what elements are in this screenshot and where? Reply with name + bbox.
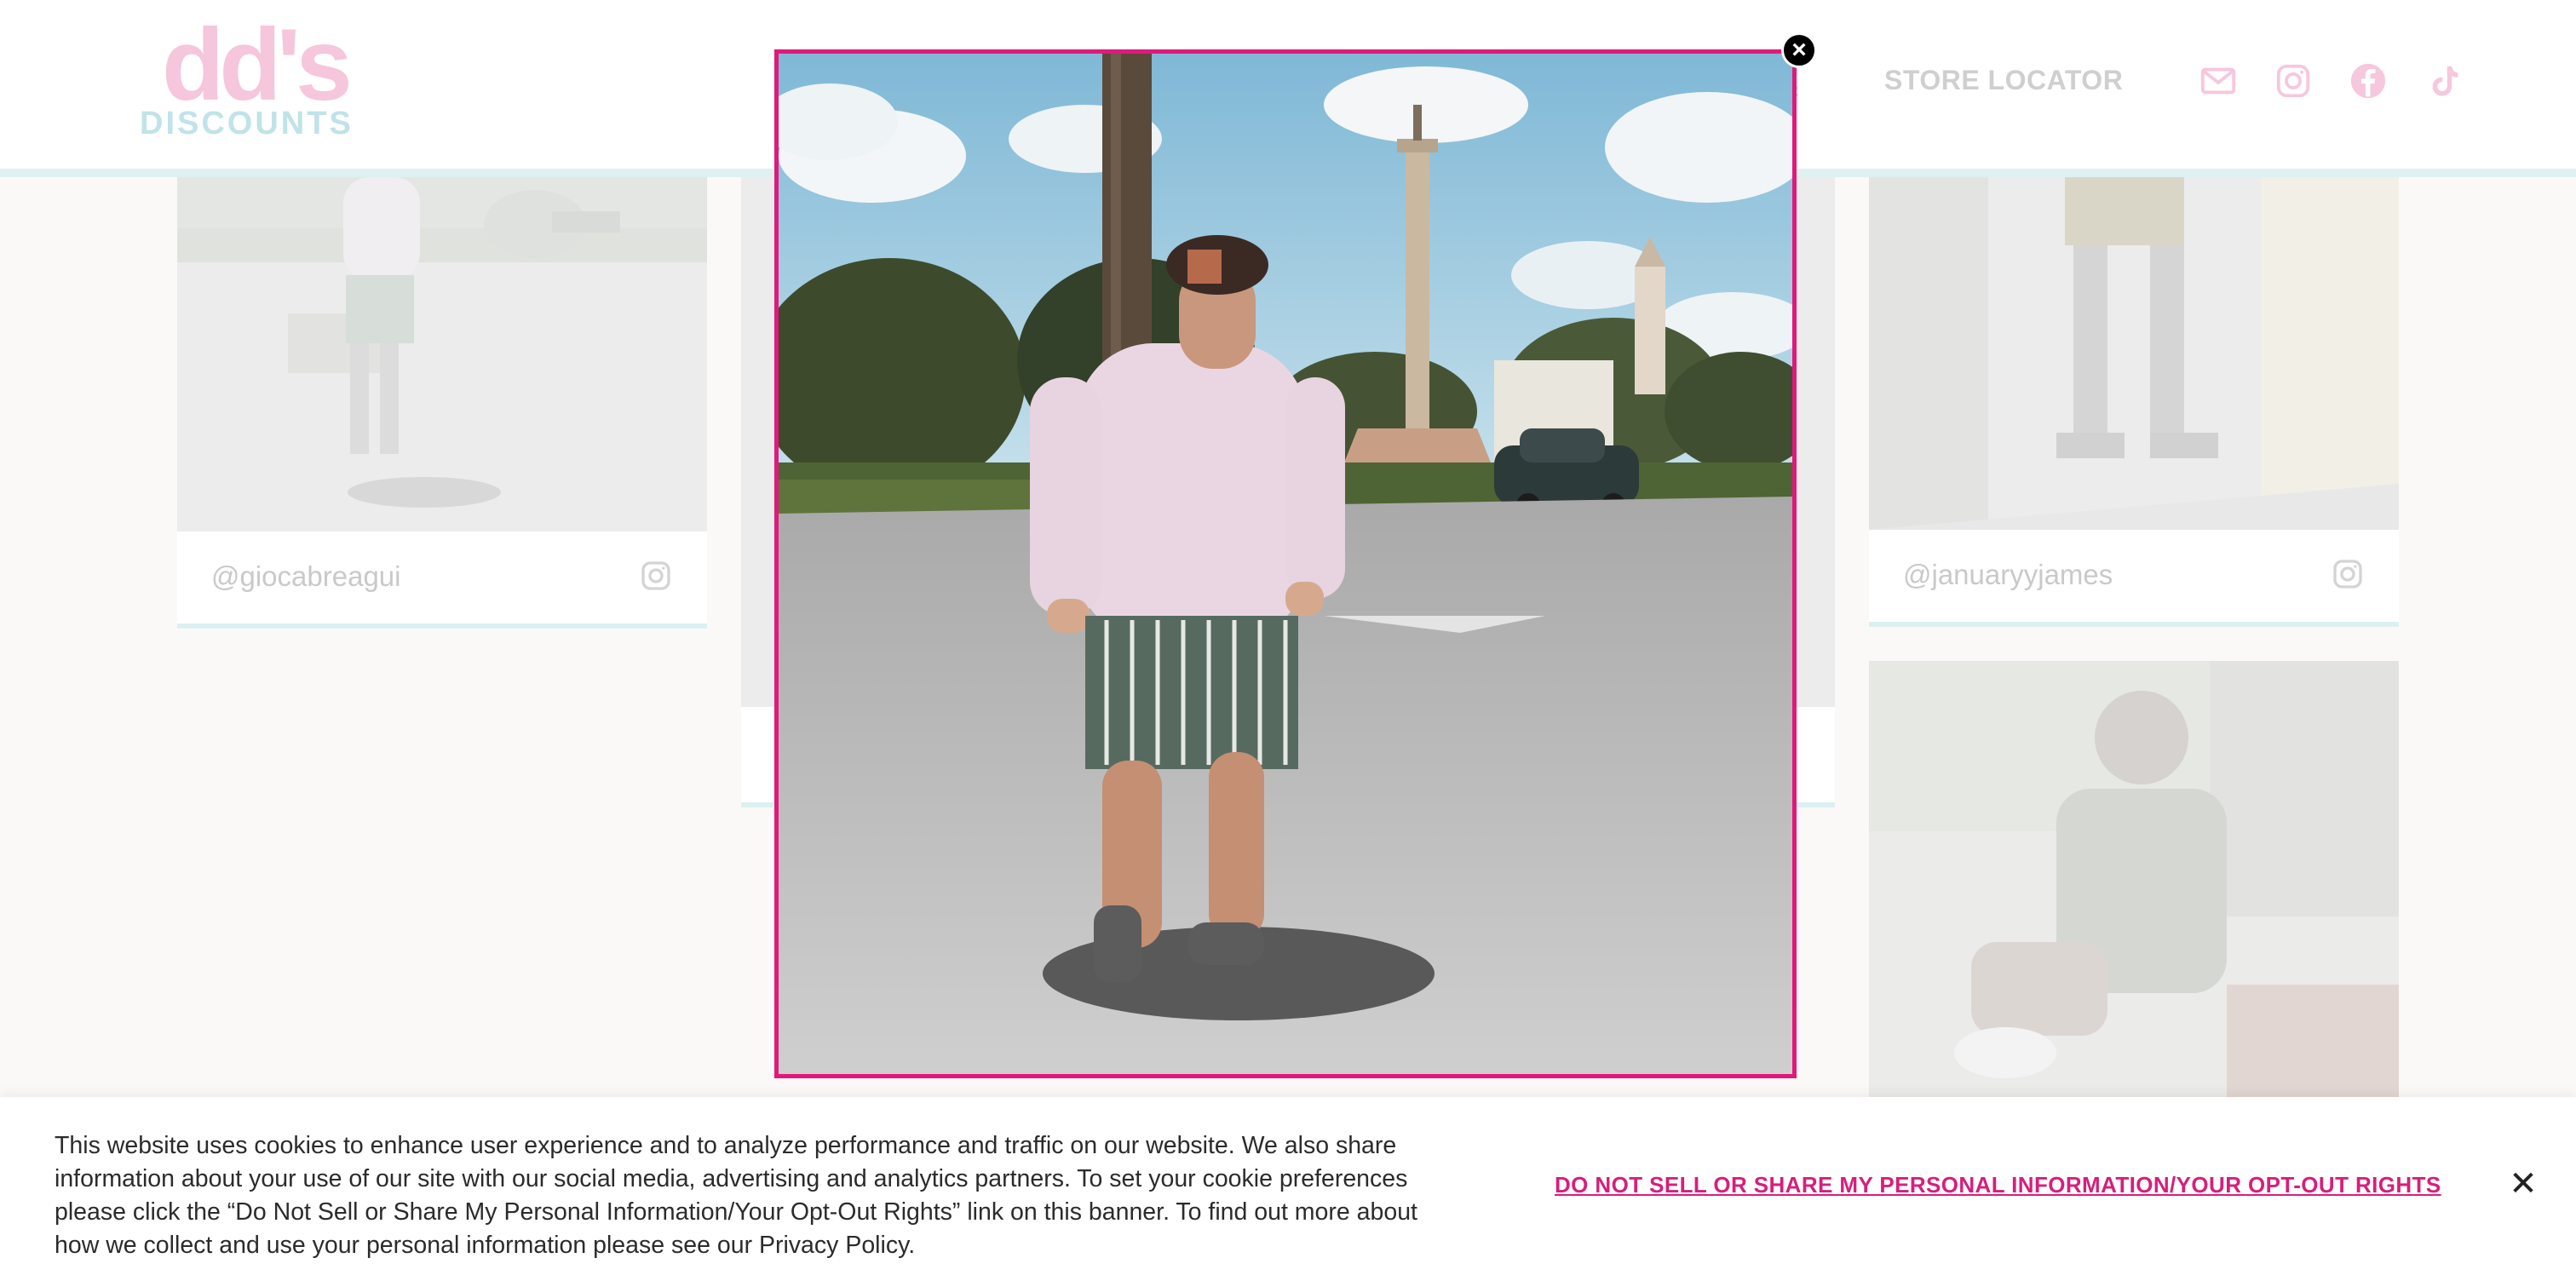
ugc-card[interactable]: @januaryyjames [1869, 177, 2399, 627]
instagram-icon[interactable] [2274, 61, 2313, 101]
ugc-photo [177, 177, 707, 531]
ugc-photo [1869, 177, 2399, 530]
logo-subtitle: DISCOUNTS [140, 106, 354, 141]
mail-icon[interactable] [2199, 61, 2238, 101]
facebook-icon[interactable] [2349, 61, 2388, 101]
cookie-banner: This website uses cookies to enhance use… [0, 1097, 2576, 1281]
tiktok-icon[interactable] [2424, 61, 2463, 101]
ugc-caption: @januaryyjames [1869, 530, 2399, 627]
modal-close-button[interactable]: × [1781, 32, 1817, 68]
ugc-caption: @giocabreagui [177, 531, 707, 629]
do-not-sell-link[interactable]: DO NOT SELL OR SHARE MY PERSONAL INFORMA… [1555, 1172, 2441, 1198]
instagram-icon[interactable] [639, 559, 673, 593]
cookie-close-button[interactable]: ✕ [2506, 1167, 2540, 1201]
nav-store-locator[interactable]: STORE LOCATOR [1884, 66, 2123, 94]
cookie-banner-text: This website uses cookies to enhance use… [55, 1132, 1417, 1259]
lightbox-photo [779, 54, 1792, 1074]
ugc-photo [1869, 661, 2399, 1104]
image-lightbox [774, 49, 1797, 1078]
ugc-card[interactable]: @giocabreagui [177, 177, 707, 629]
ugc-card[interactable] [1869, 661, 2399, 1104]
ugc-handle[interactable]: @januaryyjames [1903, 559, 2113, 591]
site-logo[interactable]: dd's DISCOUNTS [138, 14, 354, 152]
ugc-handle[interactable]: @giocabreagui [211, 560, 400, 593]
logo-wordmark: dd's [162, 8, 353, 122]
instagram-icon[interactable] [2331, 557, 2365, 591]
